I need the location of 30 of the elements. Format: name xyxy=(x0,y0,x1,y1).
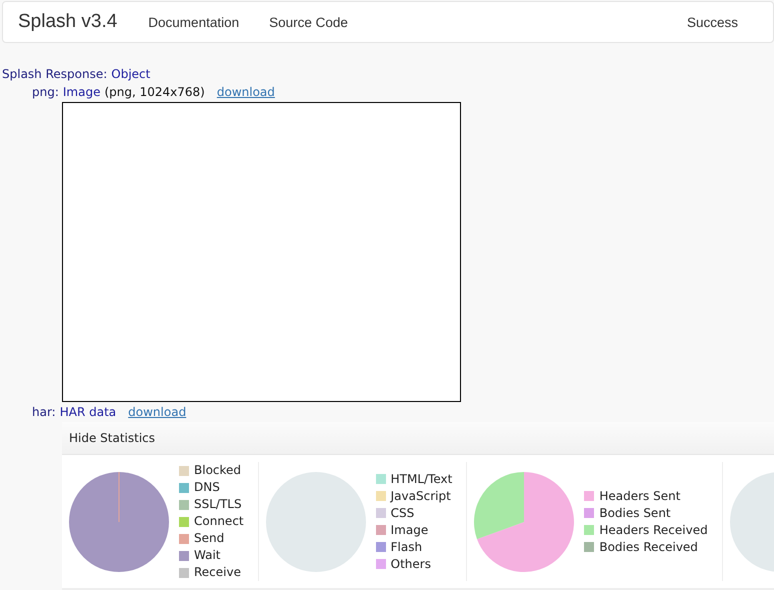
nav-link[interactable]: Documentation xyxy=(148,14,240,30)
legend-label: SSL/TLS xyxy=(194,496,242,513)
download-link[interactable]: download xyxy=(216,83,275,101)
legend-label: Send xyxy=(194,530,224,547)
legend-label: Image xyxy=(390,522,428,538)
field-type: Image xyxy=(62,84,100,101)
legend-label: Bodies Sent xyxy=(599,504,671,522)
legend-label: Blocked xyxy=(194,462,242,479)
status-text: Success xyxy=(686,14,738,30)
field-type: HAR data xyxy=(60,404,116,421)
legend-label: JavaScript xyxy=(390,488,451,504)
legend-label: Headers Sent xyxy=(599,488,680,504)
field-key: har: xyxy=(32,403,56,421)
legend-label: Flash xyxy=(390,538,422,556)
legend-label: HTML/Text xyxy=(390,470,452,488)
brand-title: Splash v3.4 xyxy=(18,11,118,33)
legend-label: Others xyxy=(390,556,431,572)
legend-label: Bodies Received xyxy=(599,538,698,556)
legend-label: DNS xyxy=(194,479,220,496)
legend-label: Connect xyxy=(194,513,244,530)
response-label: Splash Response: xyxy=(2,66,108,83)
legend-label: CSS xyxy=(390,504,414,522)
download-link[interactable]: download xyxy=(128,403,186,421)
legend-label: Receive xyxy=(194,564,241,581)
field-key: png: xyxy=(32,83,59,101)
field-detail: (png, 1024x768) xyxy=(104,84,205,101)
legend-label: Headers Received xyxy=(599,522,708,538)
legend-label: Wait xyxy=(194,547,220,564)
response-type: Object xyxy=(111,66,150,83)
nav-link[interactable]: Source Code xyxy=(269,14,348,30)
